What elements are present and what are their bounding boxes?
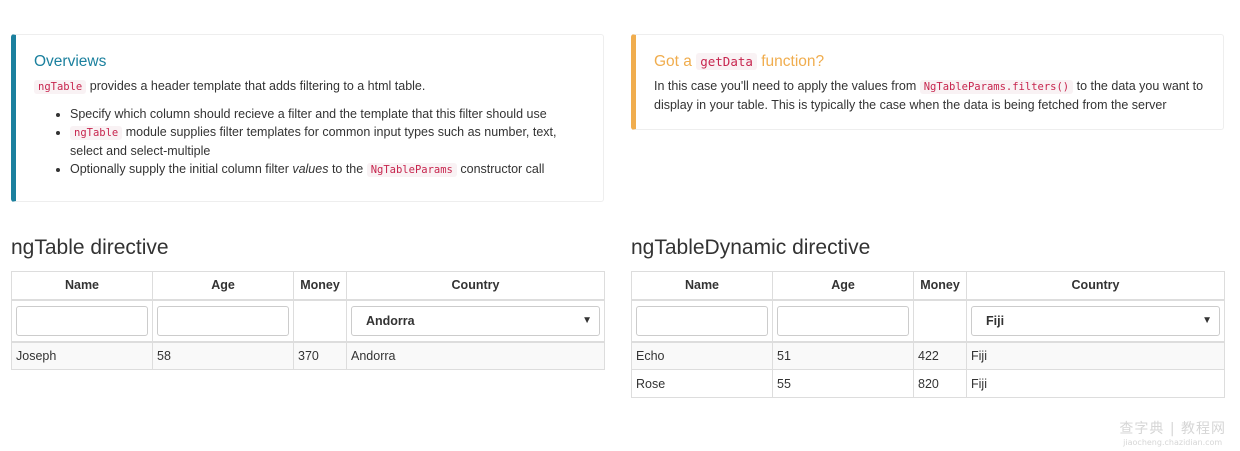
cell-name: Joseph (11, 340, 153, 370)
table-row: Joseph 58 370 Andorra (11, 340, 605, 370)
cell-country: Andorra (346, 340, 605, 370)
right-table-title: ngTableDynamic directive (631, 236, 871, 259)
left-header-row: Name Age Money Country (11, 271, 605, 301)
overviews-bullet-3: Optionally supply the initial column fil… (70, 160, 585, 179)
left-filter-row: Andorra ▼ (11, 299, 605, 342)
chevron-down-icon: ▼ (582, 315, 592, 326)
getdata-title-pre: Got a (654, 53, 697, 70)
cell-country: Fiji (966, 369, 1225, 398)
left-header-age[interactable]: Age (152, 271, 294, 301)
left-table-title: ngTable directive (11, 236, 169, 259)
watermark-main: 查字典 | 教程网 (1119, 421, 1226, 437)
watermark: 查字典 | 教程网 jiaocheng.chazidian.com (1119, 418, 1226, 447)
right-header-money[interactable]: Money (913, 271, 967, 301)
cell-money: 370 (293, 340, 347, 370)
right-header-row: Name Age Money Country (631, 271, 1225, 301)
overviews-intro: ngTable provides a header template that … (34, 77, 585, 96)
right-country-filter-select[interactable]: Fiji ▼ (971, 305, 1220, 336)
table-row: Rose 55 820 Fiji (631, 369, 1225, 398)
left-header-name[interactable]: Name (11, 271, 153, 301)
table-row: Echo 51 422 Fiji (631, 340, 1225, 370)
cell-country: Fiji (966, 340, 1225, 370)
getdata-text-code: NgTableParams.filters() (919, 80, 1074, 94)
intro-code: ngTable (34, 80, 87, 94)
chevron-down-icon: ▼ (1202, 315, 1212, 326)
cell-age: 55 (772, 369, 914, 398)
cell-name: Echo (631, 340, 773, 370)
bullet2-code: ngTable (70, 126, 123, 140)
left-header-country[interactable]: Country (346, 271, 605, 301)
intro-text: provides a header template that adds fil… (86, 79, 426, 93)
right-filter-cell-age (772, 299, 914, 342)
overviews-callout: Overviews ngTable provides a header temp… (11, 34, 604, 202)
right-table: Name Age Money Country Fiji ▼ Echo 51 42… (631, 271, 1225, 398)
bullet3-em: values (292, 162, 329, 176)
left-filter-cell-country: Andorra ▼ (346, 299, 605, 342)
left-header-money[interactable]: Money (293, 271, 347, 301)
bullet3-pre: Optionally supply the initial column fil… (70, 162, 293, 176)
getdata-callout: Got a getData function? In this case you… (631, 34, 1224, 130)
getdata-title-post: function? (756, 53, 825, 70)
bullet3-post: constructor call (456, 162, 545, 176)
right-filter-cell-money (913, 299, 967, 342)
left-filter-cell-name (11, 299, 153, 342)
getdata-text: In this case you'll need to apply the va… (654, 77, 1205, 114)
left-table: Name Age Money Country Andorra ▼ Joseph … (11, 271, 605, 370)
cell-money: 422 (913, 340, 967, 370)
right-age-filter-input[interactable] (777, 305, 909, 336)
left-country-filter-select[interactable]: Andorra ▼ (351, 305, 600, 336)
right-filter-row: Fiji ▼ (631, 299, 1225, 342)
overviews-title: Overviews (34, 53, 107, 70)
cell-age: 58 (152, 340, 294, 370)
watermark-sub: jiaocheng.chazidian.com (1123, 438, 1223, 447)
getdata-title-code: getData (696, 53, 757, 70)
overviews-list: Specify which column should recieve a fi… (34, 105, 585, 179)
right-filter-cell-name (631, 299, 773, 342)
cell-name: Rose (631, 369, 773, 398)
overviews-bullet-1: Specify which column should recieve a fi… (70, 105, 585, 123)
bullet2-text: module supplies filter templates for com… (70, 125, 557, 158)
right-header-country[interactable]: Country (966, 271, 1225, 301)
getdata-text-pre: In this case you'll need to apply the va… (654, 79, 920, 93)
getdata-title: Got a getData function? (654, 53, 1205, 71)
right-filter-cell-country: Fiji ▼ (966, 299, 1225, 342)
left-filter-cell-money (293, 299, 347, 342)
right-header-name[interactable]: Name (631, 271, 773, 301)
right-header-age[interactable]: Age (772, 271, 914, 301)
overviews-bullet-2: ngTable module supplies filter templates… (70, 123, 585, 160)
right-country-filter-value: Fiji (986, 313, 1005, 328)
left-country-filter-value: Andorra (366, 313, 415, 328)
left-filter-cell-age (152, 299, 294, 342)
bullet3-mid: to the (328, 162, 367, 176)
cell-age: 51 (772, 340, 914, 370)
left-name-filter-input[interactable] (16, 305, 148, 336)
left-age-filter-input[interactable] (157, 305, 289, 336)
cell-money: 820 (913, 369, 967, 398)
bullet3-code: NgTableParams (366, 163, 457, 177)
right-name-filter-input[interactable] (636, 305, 768, 336)
